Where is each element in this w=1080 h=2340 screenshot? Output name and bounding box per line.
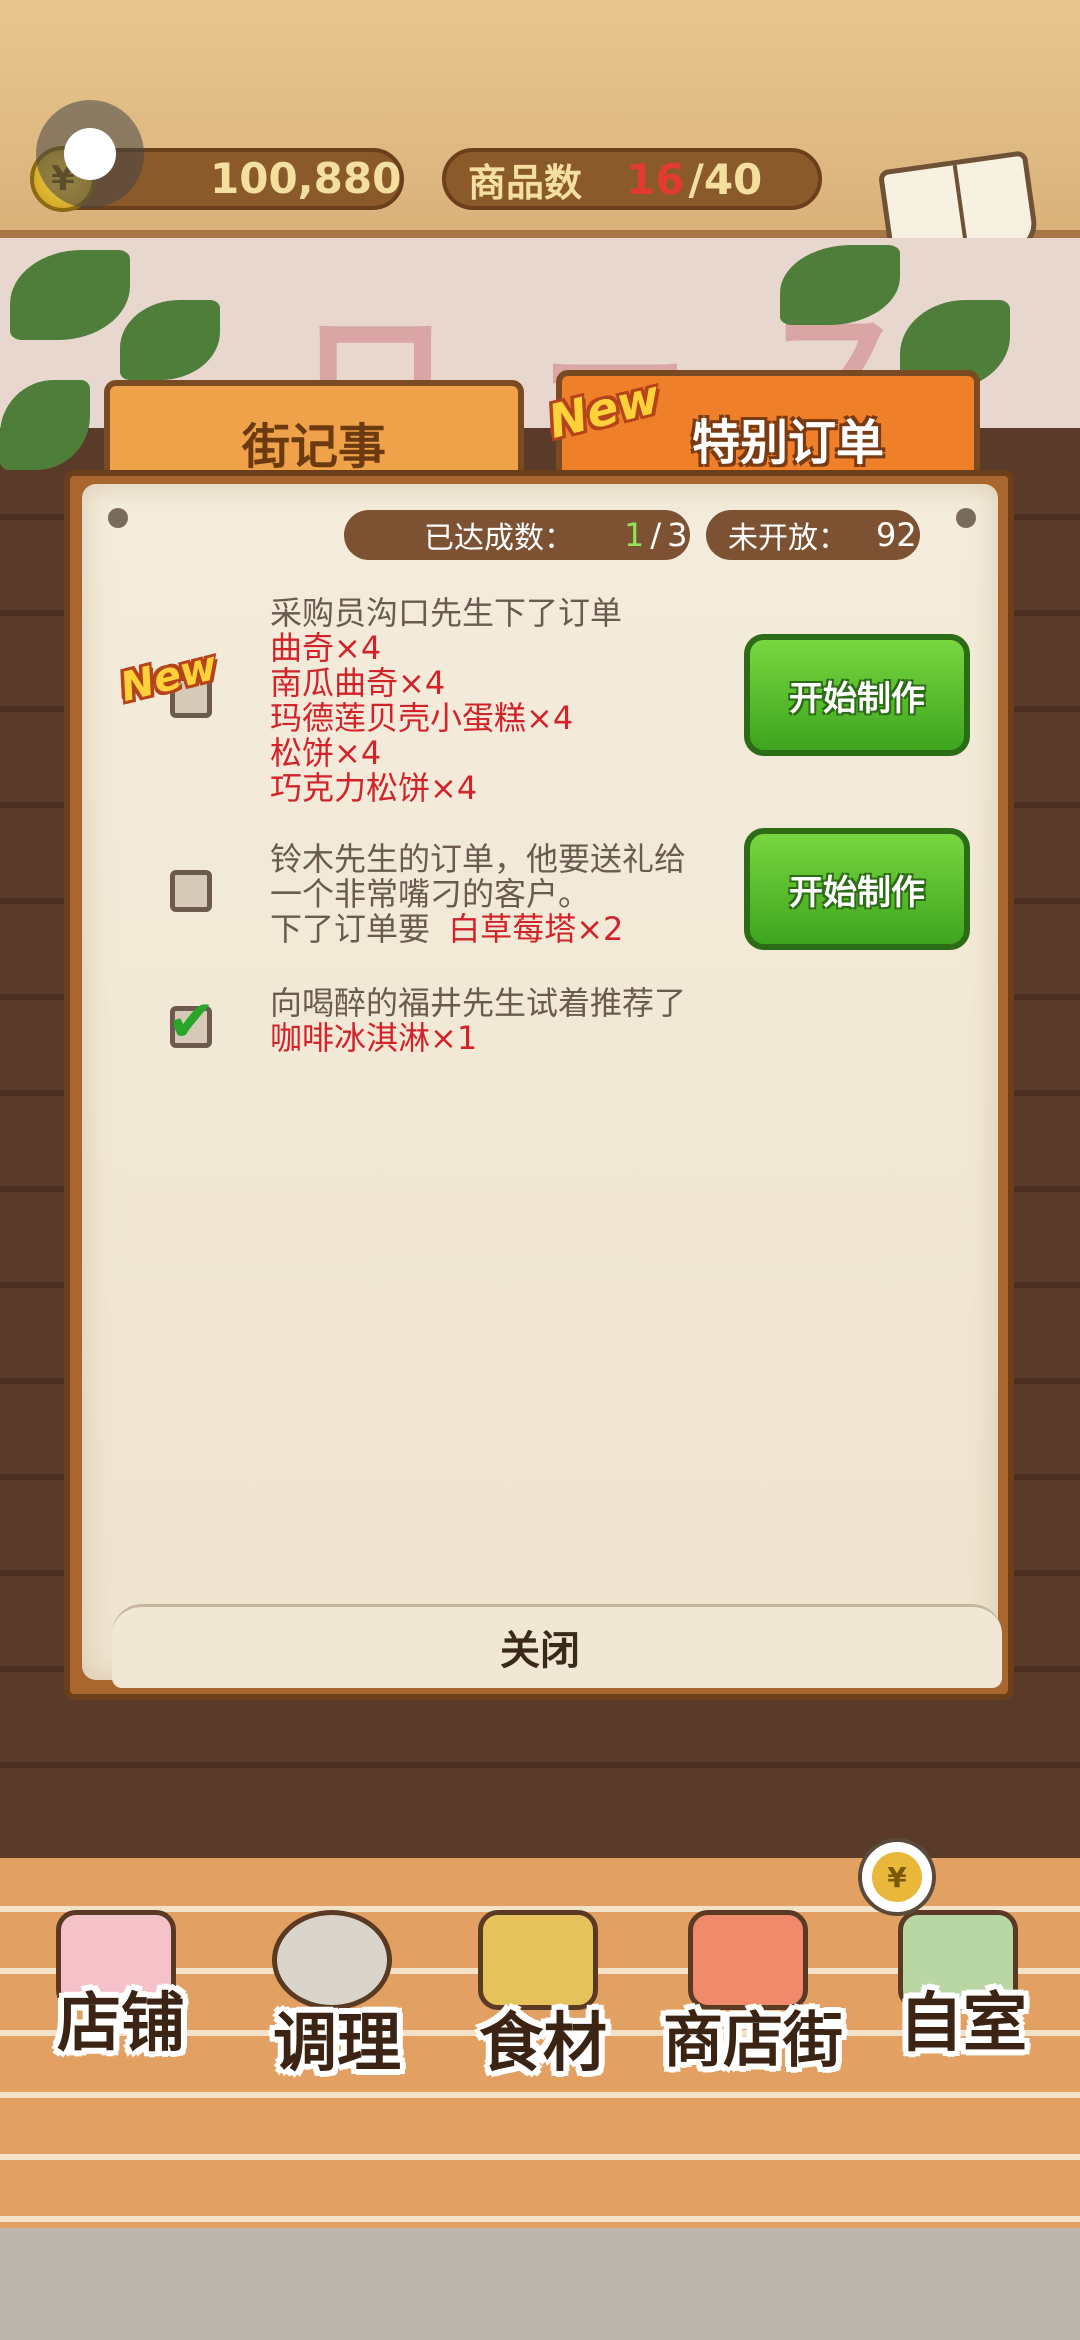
coin-value: 100,880 bbox=[210, 154, 402, 203]
order-intro: 下了订单要 bbox=[270, 910, 431, 948]
nav-shop[interactable]: 店铺 bbox=[16, 1880, 226, 2090]
pin-icon bbox=[108, 508, 128, 528]
goods-counter: 商品数 16 / 40 bbox=[442, 148, 822, 210]
close-button[interactable]: 关闭 bbox=[440, 1618, 640, 1676]
nav-shopping-street-label: 商店街 bbox=[663, 2006, 843, 2076]
order-line-item: 曲奇×4 bbox=[270, 629, 382, 667]
achieved-label: 已达成数： bbox=[424, 521, 574, 556]
order-checkbox bbox=[170, 870, 212, 912]
pin-icon bbox=[956, 508, 976, 528]
nav-shopping-street[interactable]: 商店街 bbox=[648, 1880, 858, 2090]
order-intro: 铃木先生的订单，他要送礼给 bbox=[270, 840, 687, 878]
order-text: 铃木先生的订单，他要送礼给 一个非常嘴刁的客户。 下了订单要 白草莓塔×2 bbox=[270, 842, 740, 947]
nav-shop-label: 店铺 bbox=[57, 1987, 185, 2061]
nav-ingredients-label: 食材 bbox=[479, 2007, 607, 2081]
yen-symbol: ¥ bbox=[872, 1852, 922, 1902]
nav-ingredients[interactable]: 食材 bbox=[438, 1880, 648, 2090]
order-item: ✔ 向喝醉的福井先生试着推荐了 咖啡冰淇淋×1 bbox=[160, 986, 1040, 1086]
order-text: 向喝醉的福井先生试着推荐了 咖啡冰淇淋×1 bbox=[270, 986, 740, 1056]
order-item: New 采购员沟口先生下了订单 曲奇×4 南瓜曲奇×4 玛德莲贝壳小蛋糕×4 松… bbox=[116, 596, 1040, 816]
locked-label: 未开放： bbox=[728, 521, 848, 556]
order-checkbox-checked: ✔ bbox=[167, 987, 216, 1055]
nav-cooking-label: 调理 bbox=[273, 2007, 401, 2081]
order-intro: 向喝醉的福井先生试着推荐了 bbox=[270, 984, 687, 1022]
order-line-item: 巧克力松饼×4 bbox=[270, 769, 478, 807]
goods-separator: / bbox=[688, 154, 704, 204]
order-line-item: 南瓜曲奇×4 bbox=[270, 664, 446, 702]
order-item: 铃木先生的订单，他要送礼给 一个非常嘴刁的客户。 下了订单要 白草莓塔×2 开始… bbox=[160, 828, 1040, 982]
nav-cooking[interactable]: 调理 bbox=[232, 1880, 442, 2090]
goods-max: 40 bbox=[703, 154, 763, 204]
order-line-item: 玛德莲贝壳小蛋糕×4 bbox=[270, 699, 574, 737]
order-text: 采购员沟口先生下了订单 曲奇×4 南瓜曲奇×4 玛德莲贝壳小蛋糕×4 松饼×4 … bbox=[270, 596, 740, 806]
locked-counter: 未开放： 92 bbox=[706, 510, 920, 560]
achieved-separator: / bbox=[650, 516, 662, 554]
order-line-item: 咖啡冰淇淋×1 bbox=[270, 1019, 478, 1057]
yen-notification-icon: ¥ bbox=[858, 1838, 936, 1916]
nav-own-room-label: 自室 bbox=[899, 1987, 1027, 2061]
start-making-button[interactable]: 开始制作 bbox=[744, 828, 970, 950]
order-intro: 一个非常嘴刁的客户。 bbox=[270, 875, 591, 913]
achieved-total: 3 bbox=[667, 516, 688, 554]
floating-assistive-button[interactable] bbox=[36, 100, 144, 208]
goods-label: 商品数 bbox=[468, 160, 583, 205]
checkmark-icon: ✔ bbox=[167, 987, 216, 1055]
floor bbox=[0, 2228, 1080, 2340]
goods-current: 16 bbox=[626, 154, 685, 204]
start-making-button[interactable]: 开始制作 bbox=[744, 634, 970, 756]
locked-count: 92 bbox=[876, 516, 917, 554]
achieved-current: 1 bbox=[624, 516, 645, 554]
tab-special-orders-label: 特别订单 bbox=[691, 415, 884, 471]
achieved-counter: 已达成数： 1 / 3 bbox=[344, 510, 690, 560]
order-line-item: 白草莓塔×2 bbox=[448, 910, 624, 948]
order-intro: 采购员沟口先生下了订单 bbox=[270, 594, 623, 632]
order-line-item: 松饼×4 bbox=[270, 734, 382, 772]
